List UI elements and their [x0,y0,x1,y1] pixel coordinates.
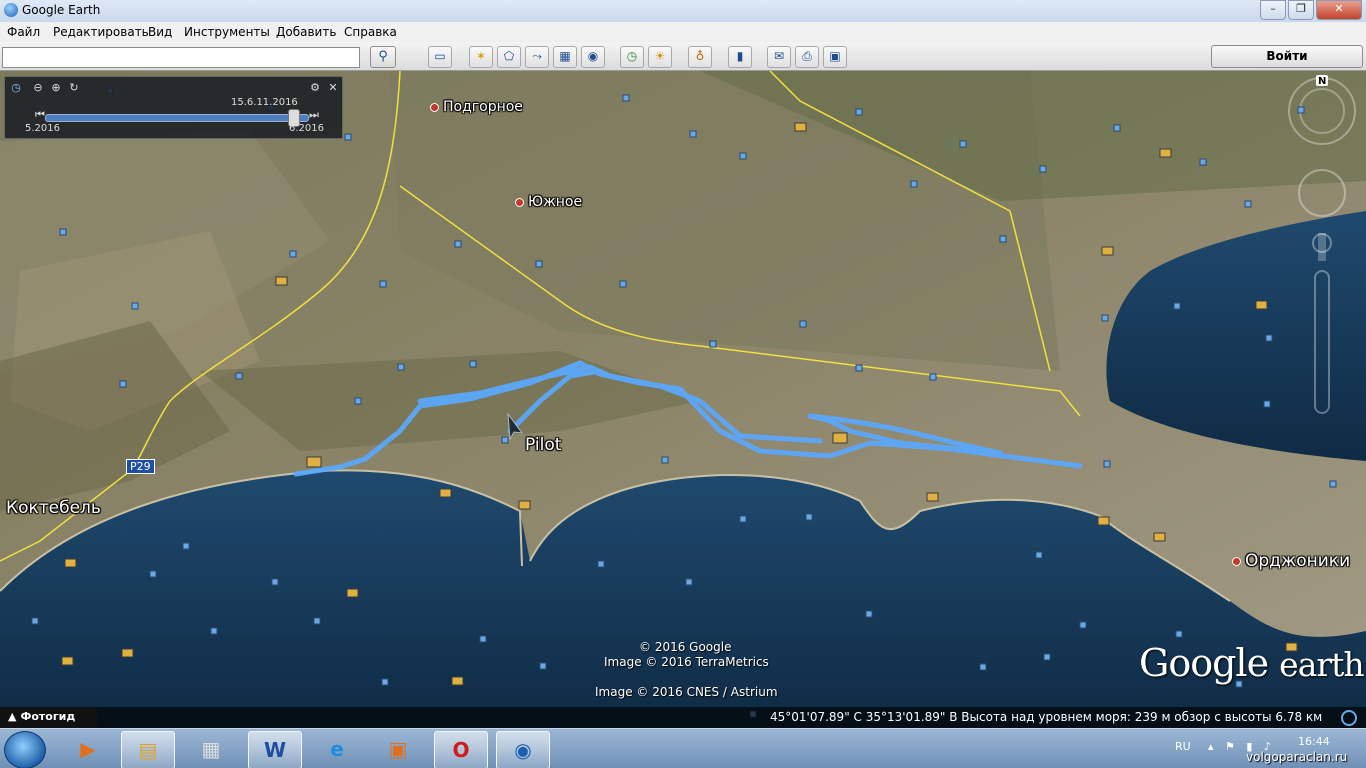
refresh-icon[interactable]: ↻ [67,81,81,95]
polygon-icon: ⬠ [503,49,515,63]
record-tour-button[interactable]: ◉ [581,46,605,68]
menu-edit[interactable]: Редактировать [53,25,149,39]
attribution-terrametrics: Image © 2016 TerraMetrics [604,655,769,669]
time-end-label: 6.2016 [289,123,324,134]
calculator-task[interactable]: ▦ [185,731,237,767]
compass-north-label[interactable]: N [1318,76,1326,87]
view-in-google-maps-button[interactable]: ▣ [823,46,847,68]
place-label-yuzhnoe[interactable]: Южное [515,194,582,210]
place-marker-icon [515,197,524,207]
toolbar: ⚲ ▭ ✶ ⬠ ⤳ ▦ ◉ ◷ ☀ ♁ ▮ ✉ ⎙ ▣ Войти [0,42,1366,71]
settings-wrench-icon[interactable]: ⚙ [308,81,322,95]
zoom-in-time-icon[interactable]: ⊕ [49,81,63,95]
menu-tools[interactable]: Инструменты [184,25,270,39]
coordinate-readout: 45°01'07.89" С 35°13'01.89" В Высота над… [770,710,1323,724]
menu-add[interactable]: Добавить [276,25,336,39]
ruler-button[interactable]: ▮ [728,46,752,68]
menu-file[interactable]: Файл [7,25,40,39]
planets-icon: ♁ [695,49,705,63]
close-panel-icon[interactable]: ✕ [326,81,340,95]
add-path-button[interactable]: ⤳ [525,46,549,68]
time-start-label: 5.2016 [25,123,60,134]
sun-icon: ☀ [654,49,666,63]
historical-imagery-icon: ◷ [626,49,638,63]
google-earth-task[interactable]: ◉ [496,731,550,768]
planets-button[interactable]: ♁ [688,46,712,68]
close-button[interactable]: ✕ [1316,0,1362,20]
opera-task[interactable]: O [434,731,488,768]
tour-arrow-icon: ▲ [8,710,17,723]
watermark: volgoparaclan.ru [1246,750,1348,764]
login-button[interactable]: Войти [1211,45,1363,68]
record-tour-icon: ◉ [587,49,599,63]
window-title: Google Earth [22,3,101,17]
time-current-date: 15.6.11.2016 [231,97,298,108]
menu-bar: Файл Редактировать Вид Инструменты Добав… [0,22,1366,42]
add-polygon-button[interactable]: ⬠ [497,46,521,68]
historical-imagery-button[interactable]: ◷ [620,46,644,68]
minimize-button[interactable]: – [1260,0,1286,20]
print-button[interactable]: ⎙ [795,46,819,68]
print-icon: ⎙ [802,49,812,63]
place-label-podgornoe[interactable]: Подгорное [430,99,523,115]
ruler-icon: ▮ [736,49,744,63]
start-button[interactable] [4,731,46,768]
search-button[interactable]: ⚲ [370,46,396,68]
search-input[interactable] [2,47,360,68]
title-bar: Google Earth – ❐ ✕ [0,0,1366,22]
sun-button[interactable]: ☀ [648,46,672,68]
satellite-imagery [0,71,1366,728]
image-overlay-icon: ▦ [559,49,571,63]
place-label-ordzhonikidze[interactable]: Орджоники [1232,551,1350,571]
google-maps-icon: ▣ [829,49,841,63]
menu-view[interactable]: Вид [148,25,172,39]
place-label-koktebel[interactable]: Коктебель [6,498,101,518]
email-button[interactable]: ✉ [767,46,791,68]
app-task[interactable]: ▣ [372,731,424,767]
google-earth-logo: Google earth [1139,641,1365,685]
magnifier-icon: ⚲ [378,49,388,64]
explorer-task[interactable]: ▤ [121,731,175,768]
play-forward-icon[interactable]: ⏭ [307,108,321,122]
place-label-pilot[interactable]: Pilot [525,435,561,455]
image-overlay-button[interactable]: ▦ [553,46,577,68]
internet-explorer-task[interactable]: e [311,731,363,767]
road-shield-p29: P29 [126,459,155,474]
path-icon: ⤳ [532,49,542,63]
word-task[interactable]: W [248,731,302,768]
attribution-google: © 2016 Google [639,640,732,654]
zoom-out-time-icon[interactable]: ⊖ [31,81,45,95]
media-player-task[interactable]: ▶ [62,731,114,767]
time-slider-panel[interactable]: ◷ ⊖ ⊕ ↻ ⚙ ✕ 15.6.11.2016 ⏮ ⏭ 5.2016 6.20… [4,76,343,139]
language-indicator[interactable]: RU [1175,740,1191,753]
menu-help[interactable]: Справка [344,25,397,39]
tour-guide-button[interactable]: ▲ Фотогид [0,707,97,728]
placemark-icon: ✶ [475,49,487,63]
clock-icon[interactable]: ◷ [9,81,23,95]
time-track[interactable] [45,114,309,122]
email-icon: ✉ [773,49,785,63]
google-earth-app-icon [4,3,18,17]
attribution-cnes: Image © 2016 CNES / Astrium [595,685,778,699]
windows-taskbar: ▶ ▤ ▦ W e ▣ O ◉ RU ▴ ⚑ ▮ ♪ 16:44 [0,728,1366,768]
maximize-button[interactable]: ❐ [1288,0,1314,20]
earth-viewport[interactable]: Подгорное Южное Pilot Коктебель Орджоник… [0,71,1366,728]
sidebar-toggle-icon: ▭ [434,49,446,63]
clock[interactable]: 16:44 [1298,735,1330,748]
sidebar-toggle-button[interactable]: ▭ [428,46,452,68]
place-marker-icon [1232,556,1241,566]
place-marker-icon [430,102,439,112]
loading-indicator-icon [1341,710,1357,726]
status-bar: ▲ Фотогид 45°01'07.89" С 35°13'01.89" В В… [0,707,1366,728]
add-placemark-button[interactable]: ✶ [469,46,493,68]
